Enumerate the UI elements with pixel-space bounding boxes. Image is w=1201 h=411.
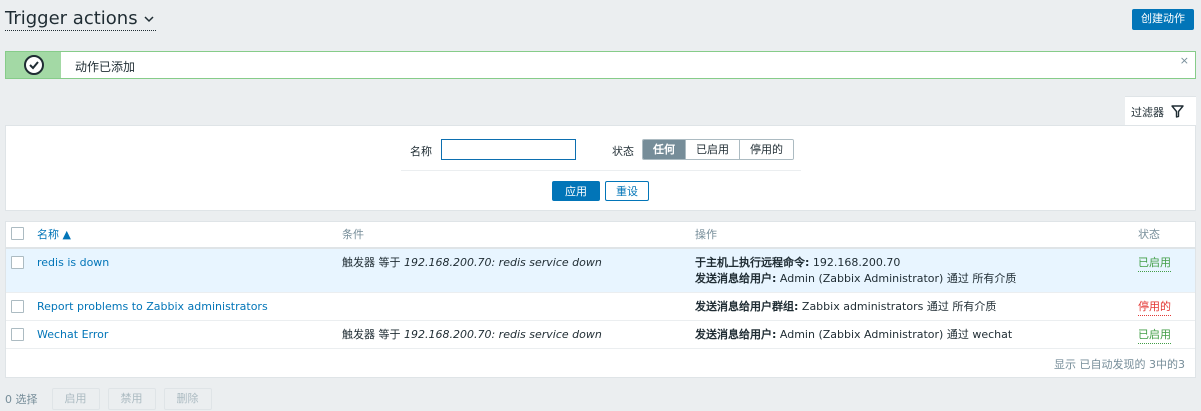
- operation-value: 192.168.200.70: [812, 256, 901, 269]
- filter-panel: 名称 状态 任何 已启用 停用的 应用 重设: [5, 125, 1196, 211]
- table-row: Report problems to Zabbix administrators…: [6, 293, 1195, 321]
- operation-line: 发送消息给用户: Admin (Zabbix Administrator) 通过…: [695, 327, 1012, 343]
- status-toggle[interactable]: 停用的: [1138, 299, 1171, 316]
- filter-tab-label: 过滤器: [1131, 105, 1164, 119]
- operation-label: 发送消息给用户:: [695, 328, 777, 341]
- operation-label: 于主机上执行远程命令:: [695, 256, 810, 269]
- action-name-link[interactable]: redis is down: [37, 255, 109, 271]
- status-option-disabled[interactable]: 停用的: [739, 140, 793, 159]
- condition-text: 触发器 等于 192.168.200.70: redis service dow…: [342, 255, 602, 271]
- funnel-icon: [1171, 105, 1184, 118]
- actions-table: 名称 ▲ 条件 操作 状态 redis is down 触发器 等于 192.1…: [5, 221, 1196, 378]
- operation-line: 发送消息给用户: Admin (Zabbix Administrator) 通过…: [695, 271, 1016, 287]
- row-checkbox[interactable]: [11, 256, 24, 269]
- row-checkbox[interactable]: [11, 328, 24, 341]
- operation-value: Zabbix administrators 通过 所有介质: [801, 300, 997, 313]
- operation-label: 发送消息给用户群组:: [695, 300, 799, 313]
- operation-value: Admin (Zabbix Administrator) 通过 wechat: [779, 328, 1013, 341]
- enable-button[interactable]: 启用: [51, 388, 100, 410]
- condition-prefix: 触发器 等于: [342, 328, 401, 341]
- operation-value: Admin (Zabbix Administrator) 通过 所有介质: [779, 272, 1017, 285]
- status-toggle[interactable]: 已启用: [1138, 255, 1171, 272]
- condition-value: 192.168.200.70: redis service down: [404, 328, 602, 341]
- column-header-operations: 操作: [695, 228, 717, 241]
- column-header-conditions: 条件: [342, 228, 364, 241]
- action-name-link[interactable]: Wechat Error: [37, 327, 108, 343]
- success-message: 动作已添加 ×: [5, 51, 1196, 79]
- operation-line: 发送消息给用户群组: Zabbix administrators 通过 所有介质: [695, 299, 996, 315]
- table-row: redis is down 触发器 等于 192.168.200.70: red…: [6, 249, 1195, 293]
- page-title-dropdown[interactable]: Trigger actions: [5, 8, 156, 31]
- column-header-status: 状态: [1138, 228, 1160, 241]
- status-toggle-group: 任何 已启用 停用的: [642, 139, 794, 160]
- operation-label: 发送消息给用户:: [695, 272, 777, 285]
- reset-button[interactable]: 重设: [605, 181, 649, 201]
- operation-line: 于主机上执行远程命令: 192.168.200.70: [695, 255, 900, 271]
- status-option-any[interactable]: 任何: [643, 140, 685, 159]
- page-title-text: Trigger actions: [5, 8, 138, 29]
- table-summary: 显示 已自动发现的 3中的3: [1054, 358, 1185, 371]
- action-name-link[interactable]: Report problems to Zabbix administrators: [37, 299, 268, 315]
- disable-button[interactable]: 禁用: [107, 388, 156, 410]
- table-row: Wechat Error 触发器 等于 192.168.200.70: redi…: [6, 321, 1195, 349]
- filter-tab[interactable]: 过滤器: [1125, 96, 1196, 126]
- close-icon[interactable]: ×: [1180, 54, 1189, 67]
- filter-name-label: 名称: [410, 145, 432, 158]
- delete-button[interactable]: 删除: [163, 388, 212, 410]
- column-header-name[interactable]: 名称 ▲: [37, 227, 71, 243]
- apply-button[interactable]: 应用: [552, 181, 600, 201]
- success-icon-area: [6, 52, 61, 78]
- filter-divider: [401, 170, 801, 171]
- select-all-checkbox[interactable]: [11, 227, 24, 240]
- check-circle-icon: [23, 55, 44, 75]
- table-header-row: 名称 ▲ 条件 操作 状态: [6, 222, 1195, 249]
- status-toggle[interactable]: 已启用: [1138, 327, 1171, 344]
- selected-count: 0 选择: [5, 393, 38, 406]
- page-header: Trigger actions 创建动作: [0, 0, 1201, 40]
- chevron-down-icon: [144, 16, 154, 23]
- create-action-button[interactable]: 创建动作: [1132, 9, 1194, 30]
- success-message-text: 动作已添加: [75, 60, 136, 74]
- condition-prefix: 触发器 等于: [342, 256, 401, 269]
- condition-text: 触发器 等于 192.168.200.70: redis service dow…: [342, 327, 602, 343]
- filter-status-label: 状态: [612, 145, 634, 158]
- filter-name-input[interactable]: [441, 139, 576, 160]
- condition-value: 192.168.200.70: redis service down: [404, 256, 602, 269]
- mass-action-bar: 0 选择 启用 禁用 删除: [5, 388, 212, 410]
- status-option-enabled[interactable]: 已启用: [685, 140, 739, 159]
- row-checkbox[interactable]: [11, 300, 24, 313]
